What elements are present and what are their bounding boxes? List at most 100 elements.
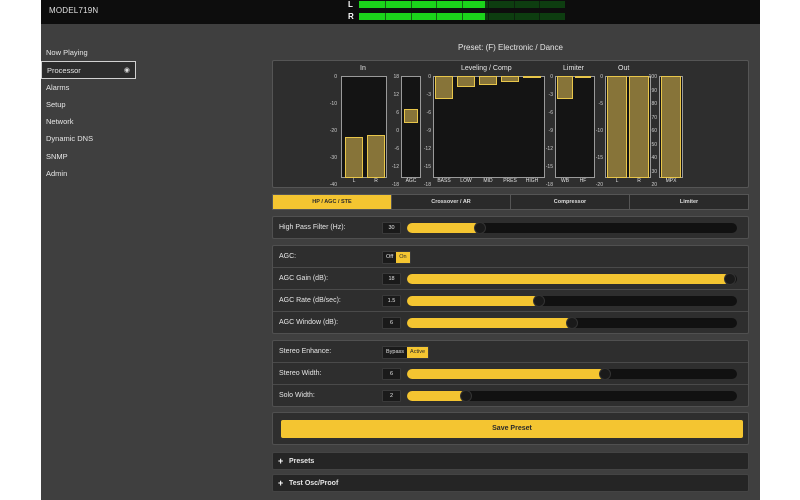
slider-handle[interactable] (460, 390, 473, 402)
leveling-level-bar (479, 76, 497, 85)
sidebar-item-snmp[interactable]: SNMP (41, 148, 136, 165)
sidebar-item-alarms[interactable]: Alarms (41, 79, 136, 96)
out-scale-tick: -5 (598, 101, 603, 107)
meter-fill-left (359, 0, 485, 8)
sidebar-item-label: Now Playing (46, 48, 88, 57)
in-bar-label: L (352, 178, 356, 184)
sidebar-item-admin[interactable]: Admin (41, 165, 136, 182)
leveling-level-bar (435, 76, 453, 99)
solo-width-row: Solo Width: 2 (273, 385, 748, 407)
agc-on-button[interactable]: On (396, 252, 410, 263)
stereo-bypass-button[interactable]: Bypass (383, 347, 407, 358)
agc-window-slider[interactable] (407, 317, 737, 329)
tab-hp-agc-ste[interactable]: HP / AGC / STE (273, 195, 392, 209)
tab-limiter[interactable]: Limiter (630, 195, 748, 209)
sidebar-item-label: SNMP (46, 151, 68, 161)
stereo-width-value[interactable]: 6 (382, 368, 401, 380)
out-scale-tick: -20 (595, 182, 603, 188)
in-scale-tick: -30 (329, 155, 337, 161)
limiter-bar-label: WB (560, 178, 570, 184)
test-osc-section[interactable]: + Test Osc/Proof (272, 474, 749, 492)
slider-handle[interactable] (566, 317, 578, 329)
leveling-bar-label: BASS (437, 178, 451, 184)
meter-label-right: R (348, 11, 354, 21)
slider-handle[interactable] (724, 273, 737, 285)
meter-segment-divider (513, 0, 515, 8)
agc-gain-value[interactable]: 18 (382, 273, 401, 285)
in-level-bar (345, 137, 363, 178)
sidebar-item-network[interactable]: Network (41, 113, 136, 130)
solo-width-value[interactable]: 2 (382, 390, 401, 402)
tab-crossover-ar[interactable]: Crossover / AR (392, 195, 511, 209)
sidebar-item-now-playing[interactable]: Now Playing (41, 44, 136, 61)
sidebar-item-setup[interactable]: Setup (41, 96, 136, 113)
slider-handle[interactable] (473, 222, 486, 234)
hpf-slider[interactable] (407, 222, 737, 234)
mpx-scale-tick: 90 (651, 87, 657, 94)
meter-segment-divider (436, 0, 438, 8)
agc-off-button[interactable]: Off (383, 252, 396, 263)
slider-handle[interactable] (533, 295, 545, 307)
agc-gain-slider[interactable] (407, 273, 737, 285)
hpf-label: High Pass Filter (Hz): (279, 224, 346, 231)
agc-rate-slider[interactable] (407, 295, 737, 307)
mpx-bar-label: MPX (665, 178, 677, 184)
mpx-scale-tick: 20 (651, 182, 657, 188)
limiter-level-bar (557, 76, 573, 99)
leveling-scale-tick: -15 (423, 164, 431, 170)
preset-title: Preset: (F) Electronic / Dance (458, 43, 563, 52)
meter-segment-divider (539, 0, 541, 8)
stereo-width-slider[interactable] (407, 368, 737, 380)
leveling-bar-label: PRES (503, 178, 517, 184)
agc-panel: AGC: Off On AGC Gain (dB): 18 AGC Rate (… (272, 245, 749, 334)
sidebar-item-dynamic-dns[interactable]: Dynamic DNS (41, 130, 136, 147)
sidebar-item-processor[interactable]: Processor ◉ (41, 61, 136, 79)
mpx-scale-tick: 30 (651, 168, 657, 175)
tab-compressor[interactable]: Compressor (511, 195, 630, 209)
stereo-width-label: Stereo Width: (279, 370, 322, 377)
expand-icon: + (278, 478, 284, 488)
agc-scale-tick: -12 (391, 164, 399, 170)
limiter-scale-tick: -6 (548, 109, 553, 116)
solo-width-label: Solo Width: (279, 392, 315, 399)
leveling-bar-label: MID (483, 178, 493, 184)
agc-scale: 18 12 6 0 -6 -12 -18 (385, 74, 399, 188)
slider-fill (407, 369, 605, 379)
in-scale-tick: -40 (329, 182, 337, 188)
meter-fill-right (359, 12, 485, 20)
save-preset-button[interactable]: Save Preset (281, 420, 743, 438)
in-scale-tick: 0 (334, 74, 337, 80)
meter-segment-divider (513, 12, 515, 20)
agc-rate-value[interactable]: 1.5 (382, 295, 401, 307)
leveling-scale-tick: -9 (426, 128, 431, 134)
presets-section-title: Presets (289, 458, 315, 465)
agc-scale-tick: 6 (396, 109, 399, 116)
meter-segment-divider (410, 0, 412, 8)
sidebar-item-label: Setup (46, 99, 66, 109)
slider-handle[interactable] (599, 368, 611, 380)
stereo-active-button[interactable]: Active (407, 347, 429, 358)
agc-window-value[interactable]: 6 (382, 317, 401, 329)
presets-section[interactable]: + Presets (272, 452, 749, 470)
slider-fill (407, 223, 480, 233)
mpx-level-bar (661, 76, 681, 178)
solo-width-slider[interactable] (407, 390, 737, 402)
limiter-scale-tick: -12 (545, 145, 553, 152)
meter-segment-divider (487, 0, 489, 8)
limiter-scale-tick: -18 (545, 182, 553, 188)
agc-scale-tick: 0 (396, 128, 399, 134)
sidebar-item-label: Network (46, 117, 74, 127)
meter-segment-divider (384, 12, 386, 20)
in-level-bar (367, 134, 385, 178)
slider-fill (407, 296, 539, 306)
mpx-scale-tick: 80 (651, 101, 657, 107)
meter-segment-divider (462, 0, 463, 8)
meter-group-title-out: Out (618, 65, 630, 72)
expand-icon: + (278, 456, 284, 466)
agc-label: AGC: (279, 253, 297, 260)
agc-window-row: AGC Window (dB): 6 (273, 312, 748, 334)
hpf-value[interactable]: 30 (382, 222, 401, 234)
limiter-scale-tick: -15 (545, 164, 553, 170)
slider-fill (407, 318, 572, 328)
meter-segment-divider (410, 12, 412, 20)
